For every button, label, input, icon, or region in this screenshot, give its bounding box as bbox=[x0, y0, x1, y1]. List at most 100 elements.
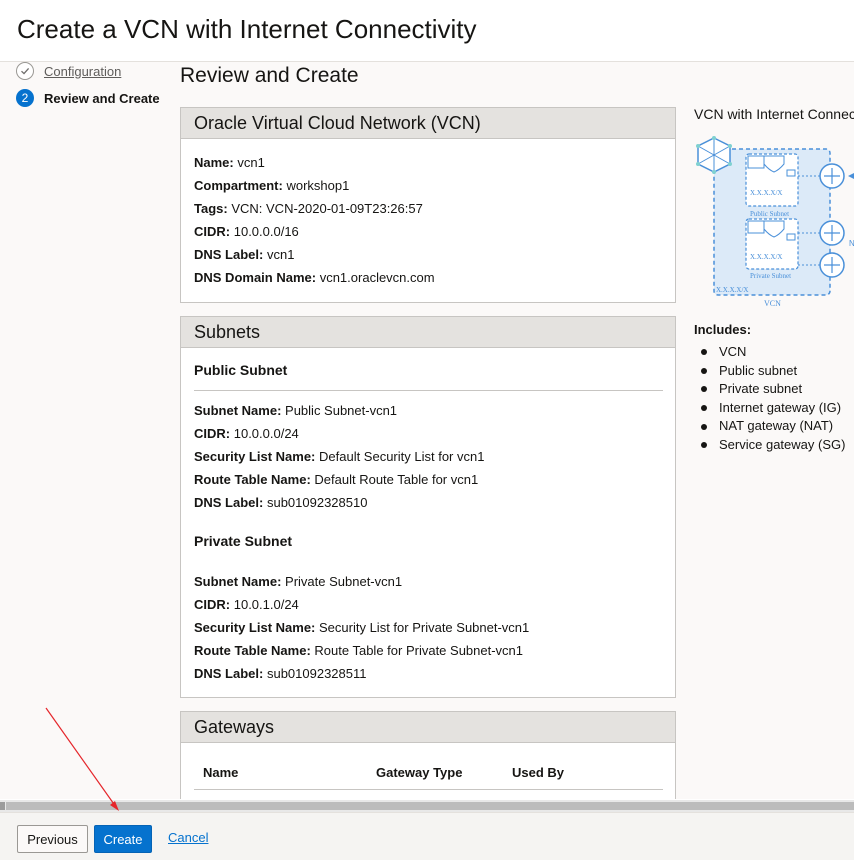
field-label: Compartment: bbox=[194, 178, 283, 193]
vcn-diagram: X.X.X.X/X Public Subnet X.X.X.X/X Privat… bbox=[696, 136, 854, 308]
create-button[interactable]: Create bbox=[94, 825, 152, 853]
includes-title: Includes: bbox=[694, 322, 752, 337]
public-subnet-name-row: Subnet Name: Public Subnet-vcn1 bbox=[181, 399, 675, 422]
title-bar: Create a VCN with Internet Connectivity bbox=[0, 0, 854, 62]
step-configuration[interactable]: Configuration bbox=[16, 62, 121, 81]
gateways-table-header: Name Gateway Type Used By bbox=[181, 763, 675, 783]
private-subnet-title: Private Subnet bbox=[194, 533, 293, 549]
field-value: vcn1 bbox=[237, 155, 265, 170]
footer-bar: Previous Create Cancel bbox=[0, 812, 854, 860]
vcn-label: VCN bbox=[764, 299, 781, 308]
scrollbar-thumb[interactable] bbox=[6, 802, 854, 810]
list-item-label: Service gateway (SG) bbox=[719, 436, 846, 452]
page-title: Create a VCN with Internet Connectivity bbox=[17, 14, 477, 44]
field-label: DNS Label: bbox=[194, 666, 264, 681]
list-item: Private subnet bbox=[694, 380, 845, 399]
public-subnet-label: Public Subnet bbox=[750, 210, 789, 218]
private-subnet-name-row: Subnet Name: Private Subnet-vcn1 bbox=[181, 570, 675, 593]
private-subnet-box bbox=[745, 218, 799, 270]
divider bbox=[194, 789, 663, 790]
field-label: Tags: bbox=[194, 201, 228, 216]
step-label-review: Review and Create bbox=[44, 90, 160, 106]
field-value: 10.0.1.0/24 bbox=[233, 597, 299, 612]
public-subnet-cidr: X.X.X.X/X bbox=[750, 189, 782, 197]
field-value: Security List for Private Subnet-vcn1 bbox=[319, 620, 530, 635]
vcn-cidr-row: CIDR: 10.0.0.0/16 bbox=[181, 220, 675, 243]
scroll-left-button[interactable] bbox=[0, 802, 5, 810]
service-gateway-icon bbox=[819, 252, 845, 278]
field-label: Name: bbox=[194, 155, 234, 170]
vcn-cidr: X.X.X.X/X bbox=[716, 286, 748, 294]
field-label: CIDR: bbox=[194, 426, 231, 441]
vcn-dns-domain-row: DNS Domain Name: vcn1.oraclevcn.com bbox=[181, 266, 675, 289]
internet-gateway-icon bbox=[819, 163, 845, 189]
cancel-link[interactable]: Cancel bbox=[168, 830, 208, 845]
field-value: vcn1.oraclevcn.com bbox=[319, 270, 435, 285]
horizontal-scrollbar[interactable] bbox=[0, 800, 854, 812]
public-subnet-cidr-row: CIDR: 10.0.0.0/24 bbox=[181, 422, 675, 445]
column-header-gateway-type: Gateway Type bbox=[376, 765, 463, 780]
field-label: Subnet Name: bbox=[194, 574, 282, 589]
public-subnet-security-list-row: Security List Name: Default Security Lis… bbox=[181, 445, 675, 468]
field-value: sub01092328511 bbox=[266, 666, 367, 681]
field-value: sub01092328510 bbox=[266, 495, 368, 510]
private-subnet-label: Private Subnet bbox=[750, 272, 791, 280]
list-item: NAT gateway (NAT) bbox=[694, 417, 845, 436]
nat-gateway-initial: N bbox=[849, 239, 854, 248]
field-value: Route Table for Private Subnet-vcn1 bbox=[314, 643, 524, 658]
list-item-label: Private subnet bbox=[719, 381, 803, 397]
vcn-panel: Oracle Virtual Cloud Network (VCN) Name:… bbox=[180, 107, 676, 303]
field-value: Default Security List for vcn1 bbox=[319, 449, 485, 464]
vcn-tags-row: Tags: VCN: VCN-2020-01-09T23:26:57 bbox=[181, 197, 675, 220]
list-item: VCN bbox=[694, 343, 845, 362]
public-subnet-route-table-row: Route Table Name: Default Route Table fo… bbox=[181, 468, 675, 491]
step-number: 2 bbox=[16, 89, 34, 107]
field-label: Security List Name: bbox=[194, 449, 316, 464]
vcn-panel-title: Oracle Virtual Cloud Network (VCN) bbox=[181, 108, 675, 139]
bullet-icon bbox=[701, 423, 707, 430]
previous-button[interactable]: Previous bbox=[17, 825, 88, 853]
nat-gateway-icon bbox=[819, 220, 845, 246]
field-label: Route Table Name: bbox=[194, 643, 311, 658]
gateways-panel-title: Gateways bbox=[181, 712, 675, 743]
diagram-sidebar: VCN with Internet Connectivity X.X.X.X/X… bbox=[694, 62, 854, 799]
list-item-label: NAT gateway (NAT) bbox=[719, 418, 834, 434]
public-subnet-box bbox=[745, 153, 799, 207]
list-item: Public subnet bbox=[694, 362, 845, 381]
list-item-label: VCN bbox=[719, 344, 747, 359]
field-value: 10.0.0.0/16 bbox=[233, 224, 299, 239]
field-label: CIDR: bbox=[194, 224, 231, 239]
field-value: 10.0.0.0/24 bbox=[233, 426, 299, 441]
public-subnet-dns-label-row: DNS Label: sub01092328510 bbox=[181, 491, 675, 514]
list-item-label: Internet gateway (IG) bbox=[719, 399, 842, 415]
public-subnet-title: Public Subnet bbox=[194, 362, 288, 378]
private-subnet-route-table-row: Route Table Name: Route Table for Privat… bbox=[181, 639, 675, 662]
private-subnet-dns-label-row: DNS Label: sub01092328511 bbox=[181, 662, 675, 685]
private-subnet-security-list-row: Security List Name: Security List for Pr… bbox=[181, 616, 675, 639]
step-review-and-create: 2 Review and Create bbox=[16, 88, 160, 108]
bullet-icon bbox=[701, 442, 707, 449]
diagram-title: VCN with Internet Connectivity bbox=[694, 106, 854, 122]
vcn-dns-label-row: DNS Label: vcn1 bbox=[181, 243, 675, 266]
check-icon bbox=[16, 62, 34, 80]
field-value: Default Route Table for vcn1 bbox=[314, 472, 479, 487]
list-item-label: Public subnet bbox=[719, 362, 798, 378]
vcn-compartment-row: Compartment: workshop1 bbox=[181, 174, 675, 197]
private-subnet-cidr: X.X.X.X/X bbox=[750, 253, 782, 261]
column-header-used-by: Used By bbox=[512, 765, 565, 780]
step-label-configuration[interactable]: Configuration bbox=[44, 64, 121, 79]
bullet-icon bbox=[701, 367, 707, 374]
field-label: DNS Domain Name: bbox=[194, 270, 317, 285]
field-value: VCN: VCN-2020-01-09T23:26:57 bbox=[231, 201, 423, 216]
field-label: DNS Label: bbox=[194, 247, 264, 262]
field-label: Route Table Name: bbox=[194, 472, 311, 487]
private-subnet-cidr-row: CIDR: 10.0.1.0/24 bbox=[181, 593, 675, 616]
field-value: Public Subnet-vcn1 bbox=[285, 403, 398, 418]
list-item: Internet gateway (IG) bbox=[694, 399, 845, 418]
field-value: vcn1 bbox=[266, 247, 295, 262]
field-value: Private Subnet-vcn1 bbox=[285, 574, 403, 589]
section-heading: Review and Create bbox=[180, 64, 359, 87]
bullet-icon bbox=[701, 349, 707, 356]
main-content: Configuration 2 Review and Create Review… bbox=[0, 62, 854, 799]
field-value: workshop1 bbox=[286, 178, 350, 193]
